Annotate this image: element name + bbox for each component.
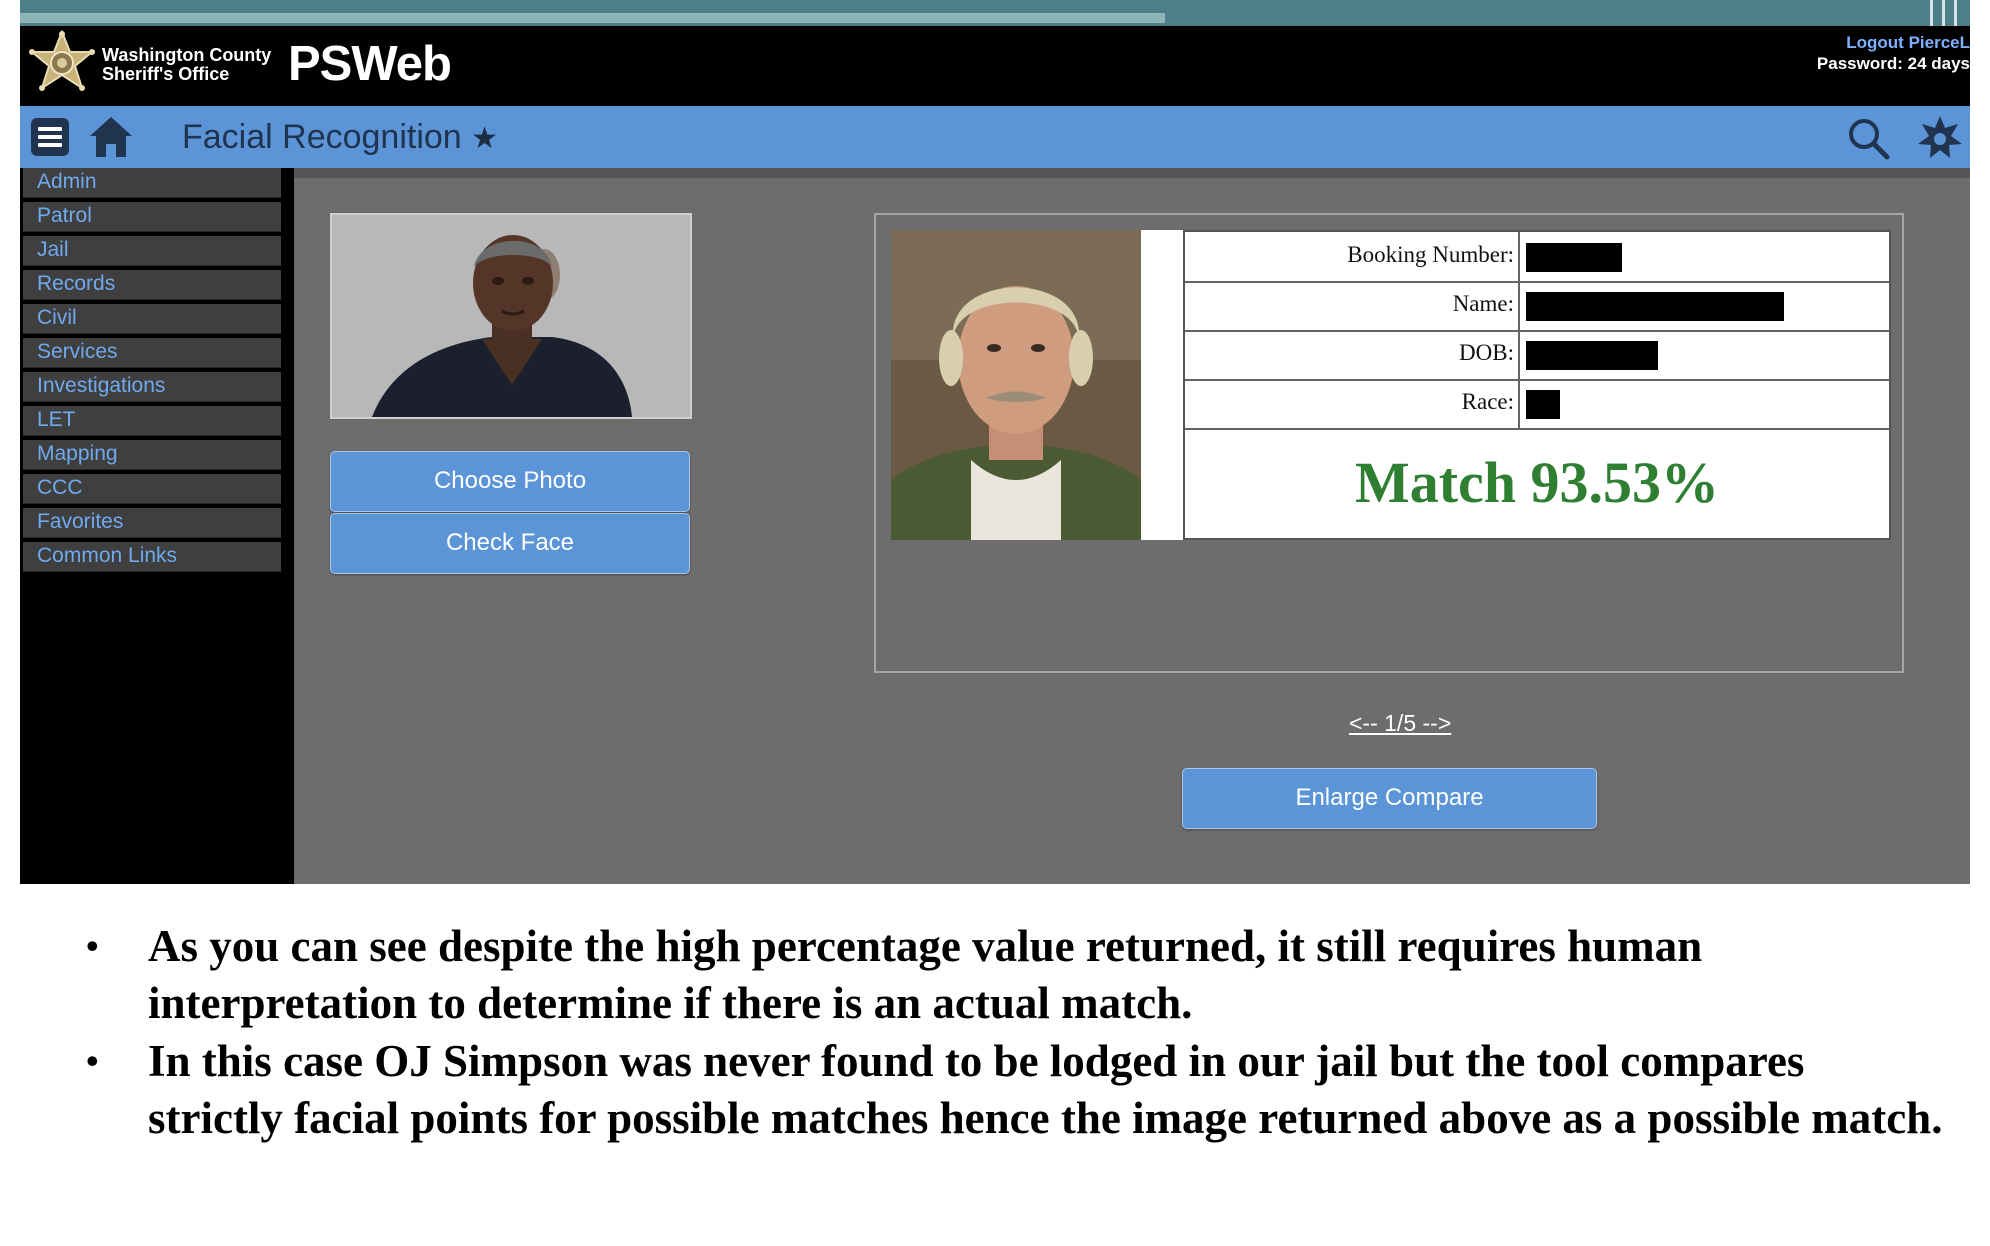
scroll-marker [1930, 0, 1933, 26]
agency-name: Washington County Sheriff's Office [102, 46, 271, 84]
choose-photo-button[interactable]: Choose Photo [330, 451, 690, 512]
app-screenshot: Washington County Sheriff's Office PSWeb… [20, 0, 1970, 884]
sidebar-item-patrol[interactable]: Patrol [23, 202, 281, 232]
scroll-marker [1954, 0, 1957, 26]
sidebar-item-jail[interactable]: Jail [23, 236, 281, 266]
booking-info-table: Booking Number: Name: DOB: Race: Match 9… [1183, 230, 1891, 540]
app-header: Washington County Sheriff's Office PSWeb… [20, 26, 1970, 106]
page-title: Facial Recognition ★ [182, 117, 498, 159]
sidebar-item-favorites[interactable]: Favorites [23, 508, 281, 538]
race-label: Race: [1185, 379, 1520, 428]
probe-portrait-image [332, 215, 690, 417]
match-result-panel: Booking Number: Name: DOB: Race: Match 9… [874, 213, 1904, 673]
check-face-button[interactable]: Check Face [330, 513, 690, 574]
sheriff-badge-icon [29, 30, 95, 91]
pager-prev-link[interactable]: <-- [1349, 710, 1378, 736]
pager-position: 1/5 [1384, 710, 1417, 736]
logout-link[interactable]: Logout PierceL [1817, 32, 1970, 53]
dob-row: DOB: [1185, 330, 1889, 381]
dob-label: DOB: [1185, 330, 1520, 379]
sidebar-item-civil[interactable]: Civil [23, 304, 281, 334]
enlarge-compare-button[interactable]: Enlarge Compare [1182, 768, 1597, 829]
sidebar-item-let[interactable]: LET [23, 406, 281, 436]
explanation-notes: As you can see despite the high percenta… [86, 918, 1946, 1148]
note-item: In this case OJ Simpson was never found … [86, 1033, 1946, 1147]
password-expiry-note: Password: 24 days [1816, 54, 1970, 73]
favorite-star-icon[interactable]: ★ [471, 122, 498, 155]
sidebar-item-services[interactable]: Services [23, 338, 281, 368]
browser-top-strip [20, 0, 1970, 26]
loading-bar [20, 13, 1165, 23]
match-photo [891, 230, 1141, 540]
booking-number-redacted [1526, 243, 1622, 272]
menu-icon[interactable] [30, 117, 70, 157]
sidebar-item-ccc[interactable]: CCC [23, 474, 281, 504]
sidebar-item-common-links[interactable]: Common Links [23, 542, 281, 572]
sidebar-item-admin[interactable]: Admin [23, 168, 281, 198]
note-item: As you can see despite the high percenta… [86, 918, 1946, 1032]
photo-spacer [1141, 230, 1183, 540]
search-icon[interactable] [1846, 116, 1890, 160]
result-pager[interactable]: <-- 1/5 --> [1349, 710, 1451, 737]
nav-bar: Facial Recognition ★ [20, 106, 1970, 168]
match-percentage: Match 93.53% [1354, 450, 1720, 515]
agency-line-2: Sheriff's Office [102, 64, 230, 84]
brand-title: PSWeb [288, 37, 452, 91]
race-row: Race: [1185, 379, 1889, 430]
sheriff-star-icon[interactable] [1916, 114, 1964, 162]
name-label: Name: [1185, 281, 1520, 330]
sidebar-item-investigations[interactable]: Investigations [23, 372, 281, 402]
name-redacted [1526, 292, 1784, 321]
pager-next-link[interactable]: --> [1423, 710, 1452, 736]
home-icon[interactable] [88, 114, 134, 160]
race-redacted [1526, 390, 1560, 419]
sidebar-item-mapping[interactable]: Mapping [23, 440, 281, 470]
booking-number-label: Booking Number: [1185, 232, 1520, 281]
page-title-text: Facial Recognition [182, 118, 462, 156]
probe-photo [330, 213, 692, 419]
account-area: Logout PierceL Password: 24 days [1817, 32, 1970, 74]
dob-redacted [1526, 341, 1658, 370]
match-portrait-image [891, 230, 1141, 540]
agency-line-1: Washington County [102, 45, 272, 65]
sidebar-item-records[interactable]: Records [23, 270, 281, 300]
sidebar: Admin Patrol Jail Records Civil Services… [20, 168, 282, 884]
booking-number-row: Booking Number: [1185, 232, 1889, 283]
main-content: Choose Photo Check Face Booking Number: … [294, 168, 1970, 884]
name-row: Name: [1185, 281, 1889, 332]
scroll-marker [1942, 0, 1945, 26]
